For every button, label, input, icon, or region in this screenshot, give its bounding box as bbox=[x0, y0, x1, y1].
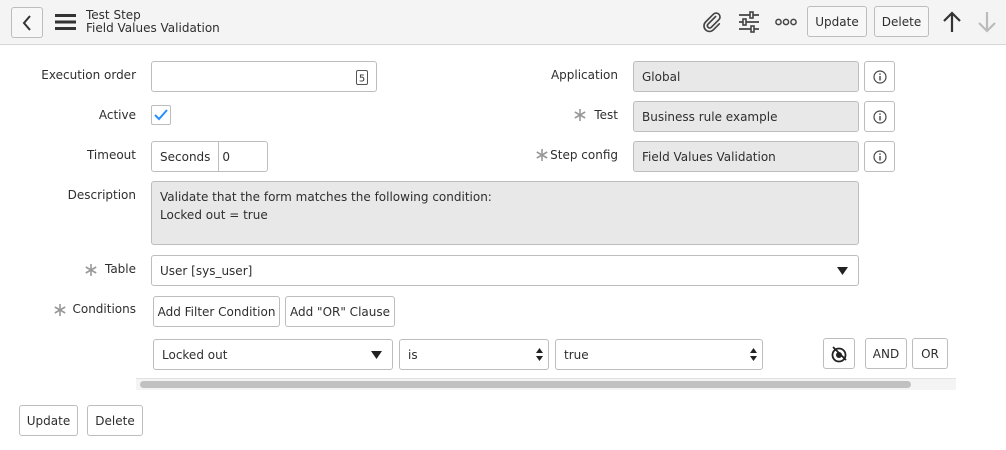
execution-order-input[interactable]: 5 bbox=[151, 61, 377, 92]
test-label: Test bbox=[594, 108, 618, 122]
condition-operator-value: is bbox=[408, 347, 418, 362]
form-header: Test Step Field Values Validation Update… bbox=[0, 0, 1006, 45]
required-asterisk-icon bbox=[85, 264, 97, 279]
step-config-label: Step config bbox=[550, 148, 618, 162]
checkmark-icon bbox=[154, 109, 168, 121]
caret-down-icon bbox=[371, 349, 382, 363]
step-config-field: Field Values Validation bbox=[633, 141, 859, 172]
add-or-clause-button[interactable]: Add "OR" Clause bbox=[285, 296, 395, 327]
stepper-arrows-icon bbox=[536, 347, 543, 365]
page-subtitle: Field Values Validation bbox=[86, 21, 220, 35]
condition-field-select[interactable]: Locked out bbox=[153, 339, 393, 370]
condition-value-select[interactable]: true bbox=[555, 339, 763, 370]
conditions-label: Conditions bbox=[72, 302, 136, 316]
or-button[interactable]: OR bbox=[912, 338, 948, 369]
application-info-button[interactable] bbox=[864, 61, 895, 92]
info-icon bbox=[872, 69, 887, 84]
add-filter-condition-button[interactable]: Add Filter Condition bbox=[153, 296, 280, 327]
scrollbar-thumb[interactable] bbox=[140, 381, 911, 388]
timeout-unit: Seconds bbox=[152, 142, 220, 171]
table-label: Table bbox=[104, 262, 136, 276]
execution-order-label: Execution order bbox=[41, 68, 136, 82]
and-button[interactable]: AND bbox=[865, 338, 907, 369]
description-label: Description bbox=[67, 188, 136, 202]
application-label: Application bbox=[550, 68, 618, 82]
more-options-icon[interactable] bbox=[774, 12, 798, 32]
condition-value-value: true bbox=[564, 347, 589, 362]
step-config-info-button[interactable] bbox=[864, 141, 895, 172]
calculator-icon: 5 bbox=[355, 69, 369, 85]
cancel-circle-icon bbox=[830, 345, 848, 363]
chevron-left-icon bbox=[22, 14, 32, 31]
stepper-arrows-icon bbox=[750, 347, 757, 365]
description-line-2: Locked out = true bbox=[160, 208, 268, 222]
description-line-1: Validate that the form matches the follo… bbox=[160, 190, 492, 204]
settings-sliders-icon[interactable] bbox=[737, 10, 761, 34]
condition-operator-select[interactable]: is bbox=[399, 339, 549, 370]
condition-field-value: Locked out bbox=[162, 347, 228, 362]
required-asterisk-icon bbox=[574, 109, 586, 124]
application-field: Global bbox=[633, 61, 859, 92]
arrow-down-icon[interactable] bbox=[975, 10, 999, 34]
table-select-value: User [sys_user] bbox=[160, 263, 253, 278]
active-label: Active bbox=[98, 108, 136, 122]
info-icon bbox=[872, 109, 887, 124]
active-checkbox[interactable] bbox=[151, 105, 171, 125]
info-icon bbox=[872, 149, 887, 164]
footer-update-button[interactable]: Update bbox=[19, 405, 78, 436]
page-title: Test Step bbox=[86, 8, 141, 22]
test-info-button[interactable] bbox=[864, 101, 895, 132]
caret-down-icon bbox=[837, 265, 848, 279]
back-button[interactable] bbox=[11, 7, 43, 38]
description-textarea[interactable]: Validate that the form matches the follo… bbox=[151, 181, 859, 245]
required-asterisk-icon bbox=[54, 304, 66, 319]
arrow-up-icon[interactable] bbox=[940, 10, 964, 34]
required-asterisk-icon bbox=[536, 149, 548, 164]
footer-delete-button[interactable]: Delete bbox=[87, 405, 143, 436]
remove-condition-button[interactable] bbox=[823, 338, 855, 369]
timeout-input[interactable]: 0 bbox=[219, 142, 233, 171]
hamburger-menu-icon[interactable] bbox=[54, 14, 76, 30]
table-select[interactable]: User [sys_user] bbox=[151, 255, 859, 286]
header-update-button[interactable]: Update bbox=[807, 6, 867, 37]
header-delete-button[interactable]: Delete bbox=[874, 6, 929, 37]
svg-text:5: 5 bbox=[359, 73, 365, 84]
paperclip-icon[interactable] bbox=[700, 10, 724, 34]
timeout-field: Seconds 0 bbox=[151, 141, 268, 172]
timeout-label: Timeout bbox=[86, 148, 136, 162]
test-field: Business rule example bbox=[633, 101, 859, 132]
